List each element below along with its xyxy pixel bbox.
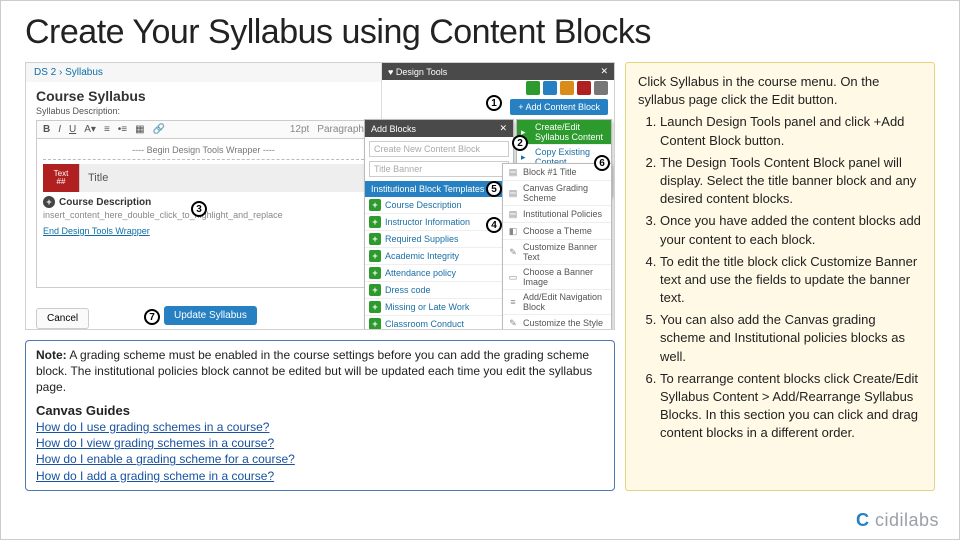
opt-row[interactable]: ▭Choose a Banner Image xyxy=(503,265,611,290)
guide-link[interactable]: How do I add a grading scheme in a cours… xyxy=(36,468,604,484)
instruction-step: Once you have added the content blocks a… xyxy=(660,212,922,248)
tpl-row[interactable]: +Missing or Late Work xyxy=(365,299,513,316)
note-label: Note: xyxy=(36,348,67,362)
page-title: Create Your Syllabus using Content Block… xyxy=(25,13,935,52)
italic-icon[interactable]: I xyxy=(56,124,63,135)
note-box: Note: A grading scheme must be enabled i… xyxy=(25,340,615,491)
title-banner-input[interactable]: Title Banner xyxy=(369,161,509,177)
opt-row[interactable]: ◧Choose a Theme xyxy=(503,223,611,240)
tpl-row[interactable]: +Required Supplies xyxy=(365,231,513,248)
instruction-step: To edit the title block click Customize … xyxy=(660,253,922,308)
create-new-input[interactable]: Create New Content Block xyxy=(369,141,509,157)
design-tools-icons xyxy=(526,81,608,95)
opt-row[interactable]: ▤Canvas Grading Scheme xyxy=(503,181,611,206)
tpl-row[interactable]: +Attendance policy xyxy=(365,265,513,282)
title-label: Title xyxy=(79,164,364,192)
cancel-button[interactable]: Cancel xyxy=(36,308,89,329)
instruction-step: The Design Tools Content Block panel wil… xyxy=(660,154,922,209)
design-tools-bar: ♥ Design Tools ✕ xyxy=(382,63,614,80)
course-desc-hdr: Course Description xyxy=(59,197,151,208)
callout-1: 1 xyxy=(486,95,502,111)
callout-4: 4 xyxy=(486,217,502,233)
rte-toolbar[interactable]: B I U A▾ ≡ •≡ ▦ 🔗 12pt Paragraph xyxy=(36,120,371,138)
tpl-row[interactable]: +Dress code xyxy=(365,282,513,299)
guide-link[interactable]: How do I use grading schemes in a course… xyxy=(36,419,604,435)
callout-7: 7 xyxy=(144,309,160,325)
plus-circle-icon[interactable]: + xyxy=(43,196,55,208)
link-icon[interactable]: 🔗 xyxy=(151,124,167,135)
add-content-block-button[interactable]: + Add Content Block xyxy=(510,99,608,115)
note-text: A grading scheme must be enabled in the … xyxy=(36,348,592,394)
syllabus-desc-label: Syllabus Description: xyxy=(26,106,381,116)
instruction-step: To rearrange content blocks click Create… xyxy=(660,370,922,443)
guide-link[interactable]: How do I view grading schemes in a cours… xyxy=(36,435,604,451)
bold-icon[interactable]: B xyxy=(41,124,52,135)
callout-2: 2 xyxy=(512,135,528,151)
instruction-step: Launch Design Tools panel and click +Add… xyxy=(660,113,922,149)
align-icon[interactable]: ≡ xyxy=(102,124,112,135)
opt-row[interactable]: ▤Institutional Policies xyxy=(503,206,611,223)
course-syllabus-heading: Course Syllabus xyxy=(26,82,381,106)
rte-body[interactable]: ---- Begin Design Tools Wrapper ---- Tex… xyxy=(36,138,371,288)
update-syllabus-button[interactable]: Update Syllabus xyxy=(164,306,257,325)
table-icon[interactable]: ▦ xyxy=(133,124,146,135)
wrapper-end: End Design Tools Wrapper xyxy=(43,226,364,236)
text-color-icon[interactable]: A▾ xyxy=(82,124,98,135)
design-tools-label: Design Tools xyxy=(396,67,447,77)
tpl-row[interactable]: +Academic Integrity xyxy=(365,248,513,265)
close-icon[interactable]: ✕ xyxy=(600,66,608,77)
list-icon[interactable]: •≡ xyxy=(116,124,129,135)
underline-icon[interactable]: U xyxy=(67,124,78,135)
instructions-panel: Click Syllabus in the course menu. On th… xyxy=(625,62,935,491)
paragraph-label: Paragraph xyxy=(315,124,366,135)
opt-row[interactable]: ✎Customize Banner Text xyxy=(503,240,611,265)
title-hash-label: ## xyxy=(57,178,66,186)
opt-row[interactable]: ✎Customize the Style xyxy=(503,315,611,330)
canvas-guides-heading: Canvas Guides xyxy=(36,402,604,420)
breadcrumb: DS 2 › Syllabus xyxy=(26,63,381,82)
cidilabs-logo: C cidilabs xyxy=(856,510,939,531)
tpl-row[interactable]: +Course Description xyxy=(365,197,513,214)
opt-row[interactable]: ≡Add/Edit Navigation Block xyxy=(503,290,611,315)
guide-link[interactable]: How do I enable a grading scheme for a c… xyxy=(36,451,604,467)
create-edit-row[interactable]: ▸Create/Edit Syllabus Content xyxy=(517,120,611,145)
screenshot: DS 2 › Syllabus Course Syllabus Syllabus… xyxy=(25,62,615,330)
panel1-hdr: Add Blocks✕ xyxy=(365,120,513,137)
title-banner-block[interactable]: Text ## Title xyxy=(43,164,364,192)
callout-6: 6 xyxy=(594,155,610,171)
options-panel: ▤Block #1 Title ▤Canvas Grading Scheme ▤… xyxy=(502,163,612,330)
callout-5: 5 xyxy=(486,181,502,197)
wrapper-begin: ---- Begin Design Tools Wrapper ---- xyxy=(43,145,364,160)
font-size-label: 12pt xyxy=(288,124,311,135)
instructions-intro: Click Syllabus in the course menu. On th… xyxy=(638,73,922,109)
instruction-step: You can also add the Canvas grading sche… xyxy=(660,311,922,366)
callout-3: 3 xyxy=(191,201,207,217)
tpl-row[interactable]: +Classroom Conduct xyxy=(365,316,513,330)
